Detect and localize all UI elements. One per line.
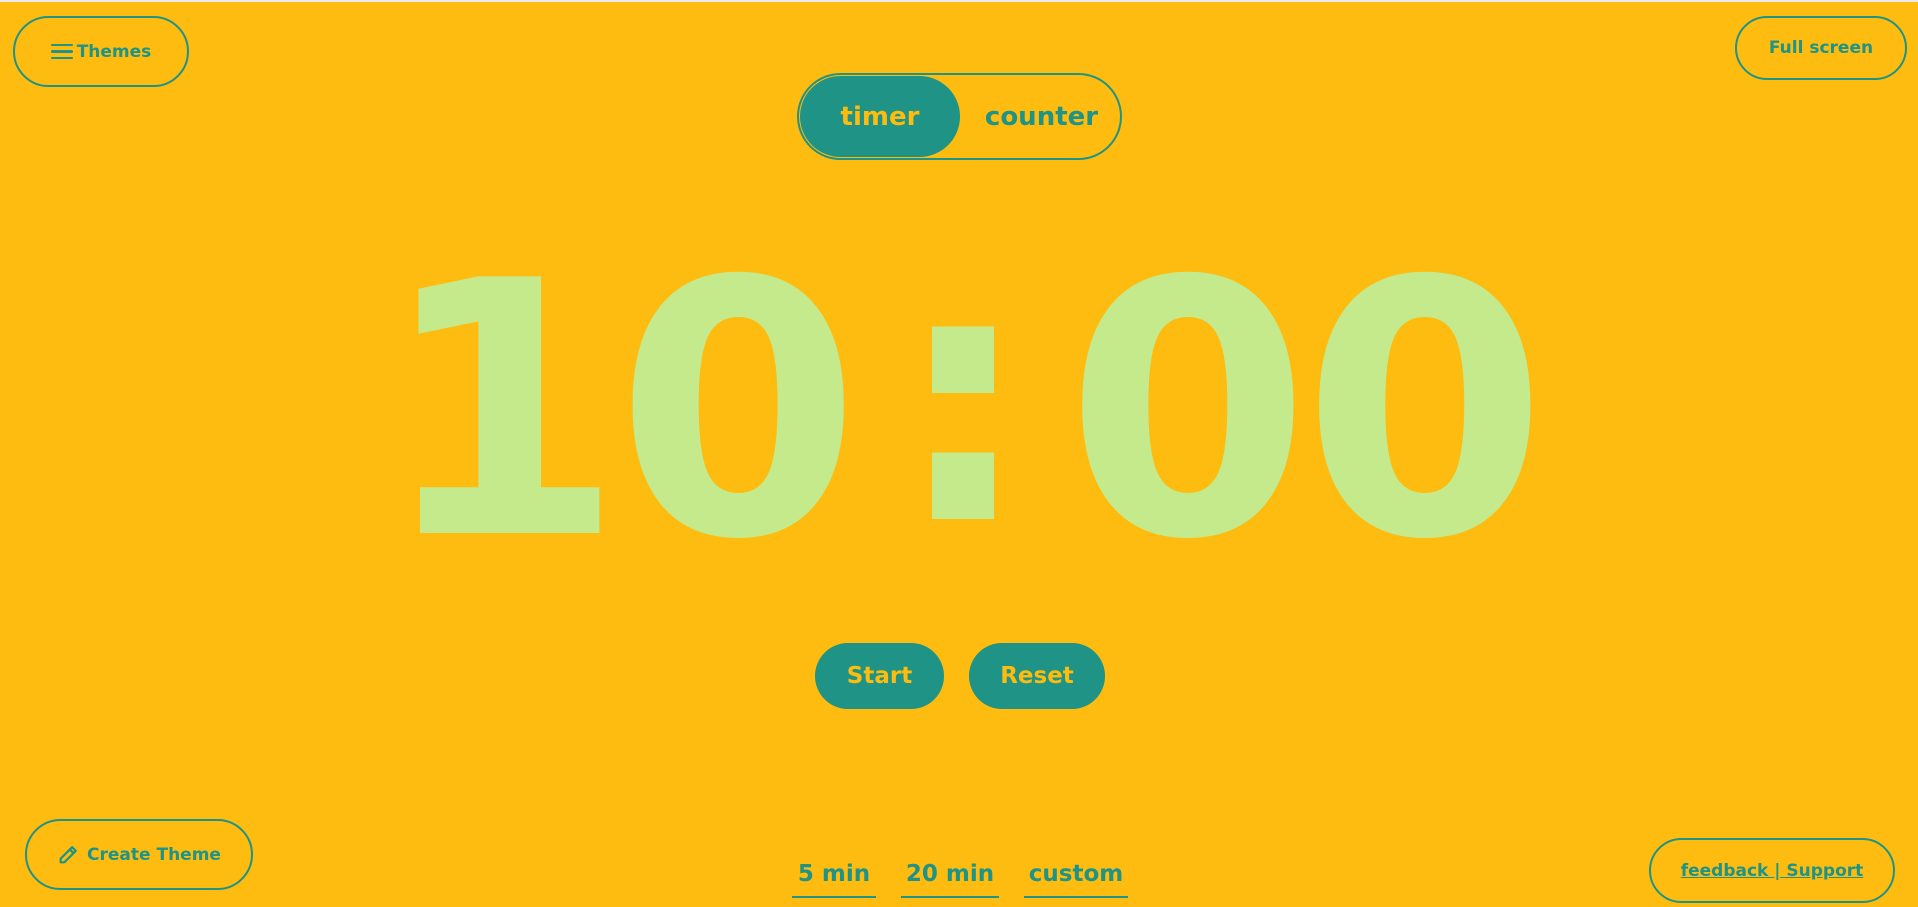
start-button[interactable]: Start	[815, 643, 944, 709]
pencil-icon	[57, 844, 79, 866]
preset-5-min[interactable]: 5 min	[792, 852, 876, 898]
create-theme-label: Create Theme	[87, 844, 221, 865]
hamburger-icon	[50, 43, 73, 60]
tab-timer[interactable]: timer	[800, 76, 960, 157]
time-minutes: 10	[378, 207, 861, 617]
feedback-support-link[interactable]: feedback | Support	[1649, 838, 1895, 903]
fullscreen-button[interactable]: Full screen	[1735, 16, 1907, 80]
themes-button[interactable]: Themes	[13, 16, 189, 87]
preset-custom[interactable]: custom	[1024, 852, 1128, 898]
fullscreen-button-label: Full screen	[1768, 38, 1874, 58]
tab-counter[interactable]: counter	[964, 76, 1119, 157]
feedback-support-label: feedback | Support	[1680, 860, 1864, 881]
mode-toggle: timer counter	[797, 73, 1122, 160]
preset-20-min[interactable]: 20 min	[901, 852, 999, 898]
create-theme-button[interactable]: Create Theme	[25, 819, 253, 890]
time-separator: :	[892, 193, 1034, 603]
themes-button-label: Themes	[76, 41, 152, 62]
reset-button[interactable]: Reset	[969, 643, 1105, 709]
time-display: 10 : 00	[0, 222, 1918, 588]
time-seconds: 00	[1065, 207, 1547, 617]
